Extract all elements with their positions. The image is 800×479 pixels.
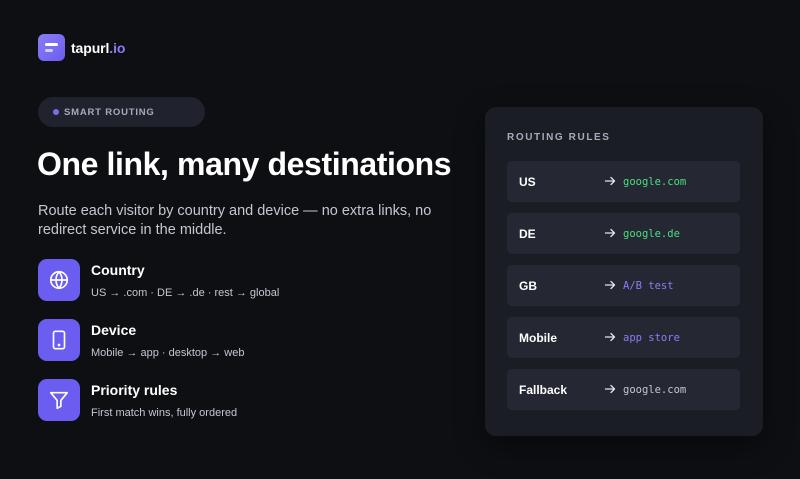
arrow-right-icon	[604, 332, 616, 342]
rule-target: google.de	[623, 227, 680, 240]
rule-target: app store	[623, 331, 680, 344]
arrow-right-icon	[604, 176, 616, 186]
arrow-right-icon	[604, 384, 616, 394]
rule-row-mobile[interactable]: Mobile app store	[507, 317, 740, 358]
rule-key: Fallback	[519, 382, 568, 397]
feature-title: Device	[91, 322, 137, 338]
feature-title: Country	[91, 262, 145, 278]
globe-icon	[38, 259, 80, 301]
brand-logo[interactable]: tapurl.io	[38, 34, 125, 61]
rule-key: GB	[519, 278, 537, 293]
smartphone-icon	[38, 319, 80, 361]
feature-device: Device Mobile → app · desktop → web	[38, 319, 279, 379]
feature-description: Mobile → app · desktop → web	[91, 347, 245, 359]
brand-name-text: tapurl	[71, 39, 110, 56]
rules-list: US google.com DE google.de GB A/B test M…	[507, 161, 740, 421]
feature-title: Priority rules	[91, 382, 178, 398]
feature-priority-rules: Priority rules First match wins, fully o…	[38, 379, 279, 439]
rule-key: US	[519, 174, 536, 189]
rule-target: google.com	[623, 175, 687, 188]
arrow-right-icon	[604, 280, 616, 290]
feature-country: Country US → .com · DE → .de · rest → gl…	[38, 259, 279, 319]
page-subtitle: Route each visitor by country and device…	[38, 203, 432, 238]
feature-description: US → .com · DE → .de · rest → global	[91, 287, 280, 299]
arrow-right-icon	[604, 228, 616, 238]
panel-title: ROUTING RULES	[507, 132, 611, 143]
rule-key: DE	[519, 226, 536, 241]
logo-icon	[38, 34, 65, 61]
badge-label: SMART ROUTING	[64, 106, 155, 118]
feature-description: First match wins, fully ordered	[91, 407, 238, 419]
rule-row-us[interactable]: US google.com	[507, 161, 740, 202]
brand-tld: .io	[109, 39, 126, 56]
routing-rules-panel: ROUTING RULES US google.com DE google.de…	[485, 107, 763, 436]
rule-target: A/B test	[623, 279, 674, 292]
brand-name: tapurl.io	[71, 40, 125, 56]
rule-key: Mobile	[519, 330, 557, 345]
rule-target: google.com	[623, 383, 687, 396]
rule-row-gb[interactable]: GB A/B test	[507, 265, 740, 306]
smart-routing-badge: SMART ROUTING	[38, 97, 205, 127]
page-title: One link, many destinations	[37, 146, 452, 182]
rule-row-fallback[interactable]: Fallback google.com	[507, 369, 740, 410]
badge-dot-icon	[53, 109, 59, 115]
filter-icon	[38, 379, 80, 421]
rule-row-de[interactable]: DE google.de	[507, 213, 740, 254]
feature-list: Country US → .com · DE → .de · rest → gl…	[38, 259, 279, 439]
